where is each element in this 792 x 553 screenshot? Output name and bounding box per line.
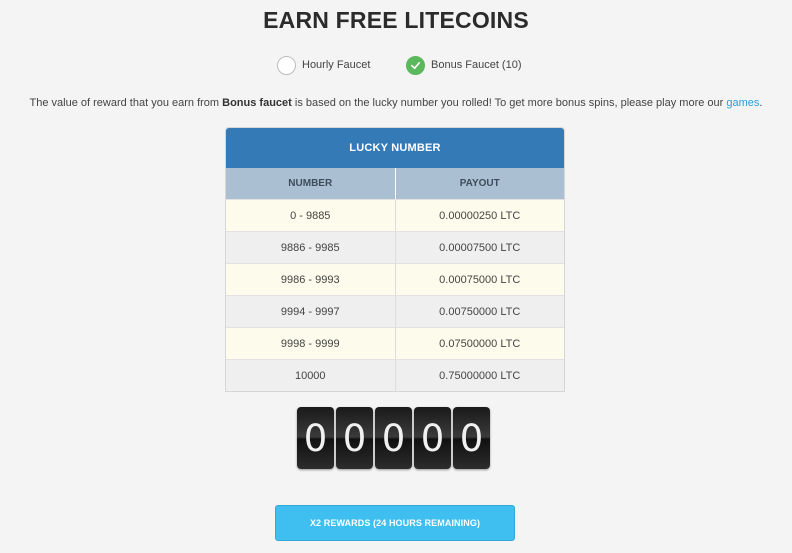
table-row: 9998 - 9999 0.07500000 LTC: [226, 327, 564, 359]
roll-number-display: 0 0 0 0 0: [297, 407, 490, 469]
payout-cell: 0.07500000 LTC: [439, 337, 521, 350]
number-cell: 9886 - 9985: [226, 232, 396, 263]
table-row: 0 - 9885 0.00000250 LTC: [226, 199, 564, 231]
x2-rewards-button[interactable]: X2 REWARDS (24 HOURS REMAINING): [275, 505, 515, 541]
table-row: 9886 - 9985 0.00007500 LTC: [226, 231, 564, 263]
bonus-faucet-label: Bonus Faucet (10): [431, 59, 522, 71]
roll-digit: 0: [375, 407, 412, 469]
number-cell: 9986 - 9993: [226, 264, 396, 295]
bonus-faucet-option[interactable]: Bonus Faucet (10): [406, 55, 522, 75]
checkmark-icon[interactable]: [406, 55, 425, 75]
roll-digit: 0: [414, 407, 451, 469]
description-pre: The value of reward that you earn from: [29, 97, 223, 109]
description-post: is based on the lucky number you rolled!…: [291, 97, 727, 109]
roll-digit: 0: [336, 407, 373, 469]
col-payout-header: PAYOUT: [459, 178, 500, 189]
payout-cell: 0.00000250 LTC: [439, 209, 521, 222]
table-row: 9986 - 9993 0.00075000 LTC: [226, 263, 564, 295]
roll-digit: 0: [453, 407, 490, 469]
hourly-radio-icon[interactable]: [277, 55, 296, 75]
table-row: 9994 - 9997 0.00750000 LTC: [226, 295, 564, 327]
col-number-header: NUMBER: [226, 168, 396, 199]
number-cell: 9998 - 9999: [226, 328, 396, 359]
faucet-selector: Hourly Faucet Bonus Faucet (10): [0, 55, 792, 75]
hourly-faucet-option[interactable]: Hourly Faucet: [277, 55, 370, 75]
hourly-faucet-label: Hourly Faucet: [302, 59, 371, 71]
description-bold: Bonus faucet: [222, 97, 292, 109]
faucet-page: EARN FREE LITECOINS Hourly Faucet Bonus …: [0, 0, 792, 553]
page-title: EARN FREE LITECOINS: [263, 7, 529, 33]
games-link[interactable]: games: [726, 97, 759, 109]
payout-cell: 0.00075000 LTC: [439, 273, 521, 286]
lucky-number-table: LUCKY NUMBER NUMBER PAYOUT 0 - 9885 0.00…: [225, 127, 565, 392]
description-end: .: [759, 97, 763, 109]
roll-digit: 0: [297, 407, 334, 469]
number-cell: 9994 - 9997: [226, 296, 396, 327]
table-row: 10000 0.75000000 LTC: [226, 359, 564, 391]
table-title: LUCKY NUMBER: [226, 128, 564, 168]
payout-cell: 0.00007500 LTC: [439, 241, 521, 254]
payout-cell: 0.00750000 LTC: [439, 305, 521, 318]
number-cell: 0 - 9885: [226, 200, 396, 231]
table-header-row: NUMBER PAYOUT: [226, 168, 564, 199]
payout-cell: 0.75000000 LTC: [439, 369, 521, 382]
faucet-description: The value of reward that you earn from B…: [0, 97, 792, 109]
number-cell: 10000: [226, 360, 396, 391]
